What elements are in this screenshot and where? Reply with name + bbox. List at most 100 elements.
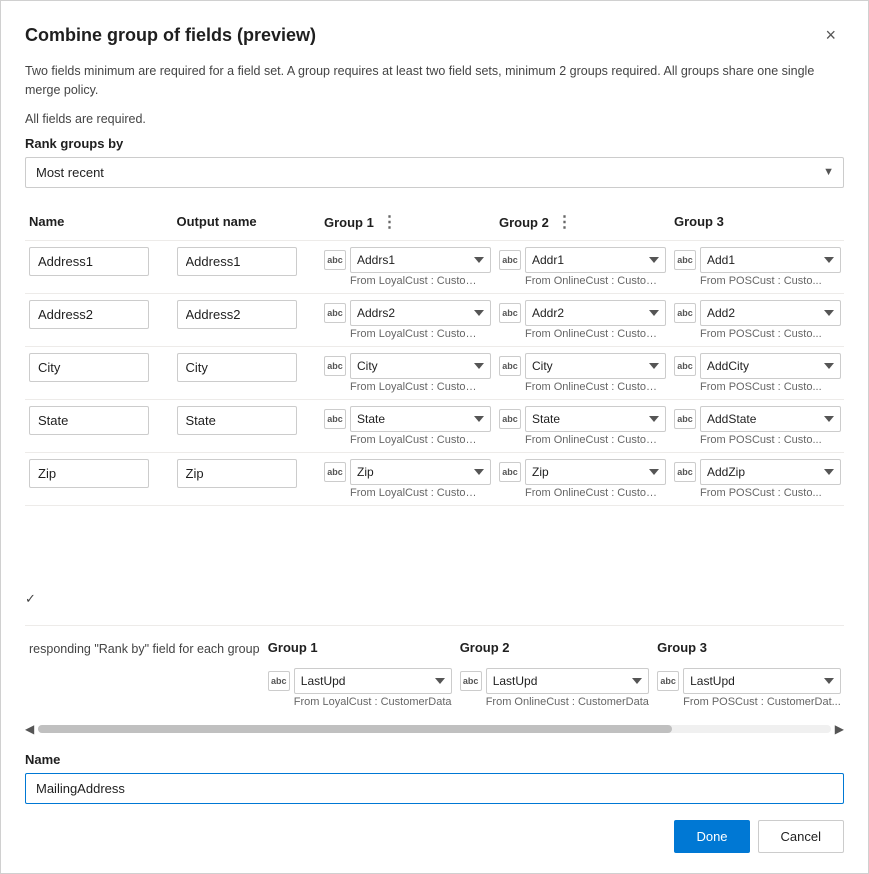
group2-select-2[interactable]: City (525, 353, 666, 379)
scrollbar-track[interactable] (38, 725, 831, 733)
group3-select-0[interactable]: Add1 (700, 247, 841, 273)
output-cell-1 (173, 293, 321, 346)
group3-select-1[interactable]: Add2 (700, 300, 841, 326)
output-cell-4 (173, 452, 321, 505)
group3-select-2[interactable]: AddCity (700, 353, 841, 379)
group2-select-4[interactable]: Zip (525, 459, 666, 485)
bottom-table: responding "Rank by" field for each grou… (25, 638, 845, 716)
bottom-section: responding "Rank by" field for each grou… (25, 625, 844, 716)
name-cell-3 (25, 399, 173, 452)
group2-menu-icon[interactable]: ⋮ (556, 214, 572, 231)
bottom-group3-select[interactable]: LastUpd (683, 668, 841, 694)
group1-menu-icon[interactable]: ⋮ (381, 214, 397, 231)
group2-select-3[interactable]: State (525, 406, 666, 432)
name-field-3[interactable] (29, 406, 149, 435)
rank-select[interactable]: Most recent (25, 157, 844, 188)
group2-from-0: From OnlineCust : Customer... (499, 275, 659, 287)
group1-cell-1: abc Addrs2 From LoyalCust : CustomerD... (320, 293, 495, 346)
combine-fields-dialog: Combine group of fields (preview) × Two … (0, 0, 869, 874)
name-field-4[interactable] (29, 459, 149, 488)
group2-icon-4: abc (499, 462, 521, 482)
horizontal-scrollbar[interactable]: ◀ ▶ (25, 716, 844, 742)
scroll-right-arrow[interactable]: ▶ (835, 722, 844, 736)
group1-select-3[interactable]: State (350, 406, 491, 432)
name-field-0[interactable] (29, 247, 149, 276)
name-cell-2 (25, 346, 173, 399)
bottom-group2-field-icon: abc (460, 671, 482, 691)
group2-cell-0: abc Addr1 From OnlineCust : Customer... (495, 240, 670, 293)
group3-from-4: From POSCust : Custo... (674, 487, 834, 499)
group2-cell-3: abc State From OnlineCust : Customer... (495, 399, 670, 452)
name-section: Name (25, 752, 844, 804)
bottom-group3-cell: abc LastUpd From POSCust : CustomerDat..… (653, 664, 845, 716)
group2-cell-4: abc Zip From OnlineCust : Customer... (495, 452, 670, 505)
col-header-output: Output name (173, 206, 321, 241)
name-input[interactable] (25, 773, 844, 804)
group3-select-3[interactable]: AddState (700, 406, 841, 432)
group1-from-1: From LoyalCust : CustomerD... (324, 328, 484, 340)
output-field-3[interactable] (177, 406, 297, 435)
group1-cell-3: abc State From LoyalCust : CustomerD... (320, 399, 495, 452)
scrollbar-thumb[interactable] (38, 725, 672, 733)
group2-select-1[interactable]: Addr2 (525, 300, 666, 326)
bottom-group1-cell: abc LastUpd From LoyalCust : CustomerDat… (264, 664, 456, 716)
group1-icon-1: abc (324, 303, 346, 323)
group3-icon-3: abc (674, 409, 696, 429)
group3-from-1: From POSCust : Custo... (674, 328, 834, 340)
bottom-group3-from: From POSCust : CustomerDat... (657, 696, 841, 708)
group3-select-4[interactable]: AddZip (700, 459, 841, 485)
group1-cell-2: abc City From LoyalCust : CustomerD... (320, 346, 495, 399)
group1-from-4: From LoyalCust : CustomerD... (324, 487, 484, 499)
group3-icon-4: abc (674, 462, 696, 482)
scroll-left-arrow[interactable]: ◀ (25, 722, 34, 736)
footer-buttons: Done Cancel (25, 820, 844, 853)
bottom-group2-select[interactable]: LastUpd (486, 668, 649, 694)
group1-from-0: From LoyalCust : CustomerD... (324, 275, 484, 287)
close-button[interactable]: × (817, 21, 844, 50)
output-cell-3 (173, 399, 321, 452)
col-header-group2: Group 2 ⋮ (495, 206, 670, 241)
table-row: abc Zip From LoyalCust : CustomerD... ab… (25, 452, 844, 505)
group3-cell-1: abc Add2 From POSCust : Custo... (670, 293, 844, 346)
bottom-group1-field-icon: abc (268, 671, 290, 691)
group2-from-4: From OnlineCust : Customer... (499, 487, 659, 499)
group1-field-row-1: abc Addrs2 (324, 300, 491, 326)
group3-field-row-2: abc AddCity (674, 353, 841, 379)
group1-select-2[interactable]: City (350, 353, 491, 379)
group2-icon-3: abc (499, 409, 521, 429)
group3-icon-2: abc (674, 356, 696, 376)
output-cell-2 (173, 346, 321, 399)
group1-field-row-4: abc Zip (324, 459, 491, 485)
group2-cell-1: abc Addr2 From OnlineCust : Customer... (495, 293, 670, 346)
group3-icon-0: abc (674, 250, 696, 270)
done-button[interactable]: Done (674, 820, 749, 853)
output-field-4[interactable] (177, 459, 297, 488)
group2-field-row-4: abc Zip (499, 459, 666, 485)
group3-cell-0: abc Add1 From POSCust : Custo... (670, 240, 844, 293)
cancel-button[interactable]: Cancel (758, 820, 844, 853)
group1-from-3: From LoyalCust : CustomerD... (324, 434, 484, 446)
group1-icon-3: abc (324, 409, 346, 429)
group1-select-0[interactable]: Addrs1 (350, 247, 491, 273)
name-field-1[interactable] (29, 300, 149, 329)
output-field-1[interactable] (177, 300, 297, 329)
output-field-0[interactable] (177, 247, 297, 276)
group1-select-4[interactable]: Zip (350, 459, 491, 485)
group2-select-0[interactable]: Addr1 (525, 247, 666, 273)
bottom-group2-cell: abc LastUpd From OnlineCust : CustomerDa… (456, 664, 653, 716)
group2-field-row-0: abc Addr1 (499, 247, 666, 273)
group1-icon-2: abc (324, 356, 346, 376)
col-header-group3: Group 3 (670, 206, 844, 241)
group1-select-1[interactable]: Addrs2 (350, 300, 491, 326)
group2-field-row-3: abc State (499, 406, 666, 432)
name-field-2[interactable] (29, 353, 149, 382)
name-cell-1 (25, 293, 173, 346)
bottom-group1-select[interactable]: LastUpd (294, 668, 452, 694)
group3-cell-3: abc AddState From POSCust : Custo... (670, 399, 844, 452)
group3-icon-1: abc (674, 303, 696, 323)
output-field-2[interactable] (177, 353, 297, 382)
dialog-description: Two fields minimum are required for a fi… (25, 62, 844, 100)
group3-from-3: From POSCust : Custo... (674, 434, 834, 446)
group3-field-row-0: abc Add1 (674, 247, 841, 273)
group1-field-row-3: abc State (324, 406, 491, 432)
